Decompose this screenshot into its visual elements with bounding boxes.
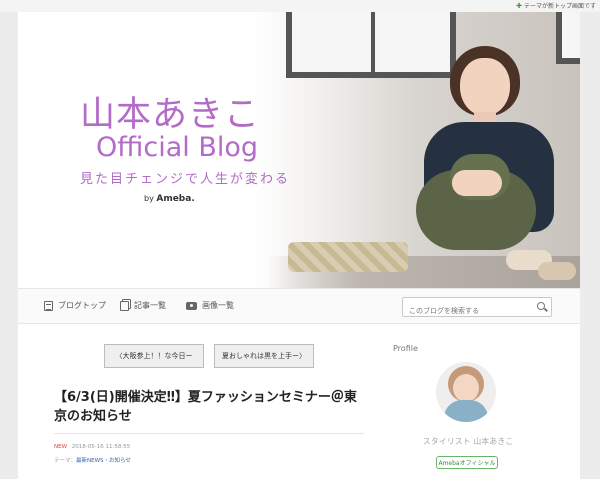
post-meta: NEW 2018-05-16 11:58:55 — [54, 444, 130, 450]
profile-name-link[interactable]: スタイリスト 山本あきこ — [418, 436, 518, 447]
blog-subtitle: Official Blog — [96, 132, 259, 163]
theme-notice[interactable]: ✚ テーマが新トップ画面です — [516, 1, 596, 11]
avatar[interactable] — [436, 362, 496, 422]
next-post-button[interactable]: 夏おしゃれは黒を上手ー〉 — [214, 344, 314, 368]
sidebar-profile-title: Profile — [393, 344, 418, 353]
blog-tagline: 見た目チェンジで人生が変わる — [80, 172, 291, 187]
search-icon[interactable] — [537, 302, 545, 310]
ameba-official-badge[interactable]: Amebaオフィシャル — [436, 456, 498, 469]
new-badge: NEW — [54, 444, 68, 450]
theme-prefix: テーマ： — [54, 458, 77, 464]
camera-icon — [186, 301, 197, 310]
blog-owner-name: 山本あきこ — [80, 95, 261, 135]
by-prefix: by — [144, 194, 154, 203]
nav-item-articles[interactable]: 記事一覧 — [120, 300, 166, 311]
nav-item-blog-top[interactable]: ブログトップ — [44, 300, 106, 311]
post-title[interactable]: 【6/3(日)開催決定‼】夏ファッションセミナー＠東京のお知らせ — [54, 388, 364, 426]
articles-icon — [120, 300, 129, 311]
divider — [54, 433, 364, 434]
theme-notice-label: テーマが新トップ画面です — [523, 3, 596, 10]
ameba-logo: by Ameba. — [144, 194, 195, 204]
theme-link[interactable]: 最新NEWS・お知らせ — [76, 458, 131, 464]
ameba-brand: Ameba. — [156, 194, 195, 204]
nav-item-label: ブログトップ — [58, 301, 106, 310]
header-photo-woman — [388, 42, 580, 288]
blog-header[interactable]: 山本あきこ Official Blog 見た目チェンジで人生が変わる by Am… — [18, 12, 580, 288]
blog-nav-bar: ブログトップ 記事一覧 画像一覧 — [18, 288, 580, 324]
prev-post-button[interactable]: 〈大阪参上！！な今日ー — [104, 344, 204, 368]
post-date: 2018-05-16 11:58:55 — [71, 444, 131, 450]
search-input[interactable] — [403, 302, 529, 320]
post-theme: テーマ：最新NEWS・お知らせ — [54, 456, 131, 464]
blog-top-icon — [44, 300, 53, 311]
top-notice-bar: ✚ テーマが新トップ画面です — [0, 0, 600, 12]
blog-search — [402, 297, 552, 320]
plus-icon: ✚ — [516, 1, 522, 10]
nav-item-label: 画像一覧 — [202, 301, 234, 310]
blog-page: 山本あきこ Official Blog 見た目チェンジで人生が変わる by Am… — [18, 12, 580, 479]
nav-item-images[interactable]: 画像一覧 — [186, 300, 234, 311]
nav-item-label: 記事一覧 — [134, 301, 166, 310]
